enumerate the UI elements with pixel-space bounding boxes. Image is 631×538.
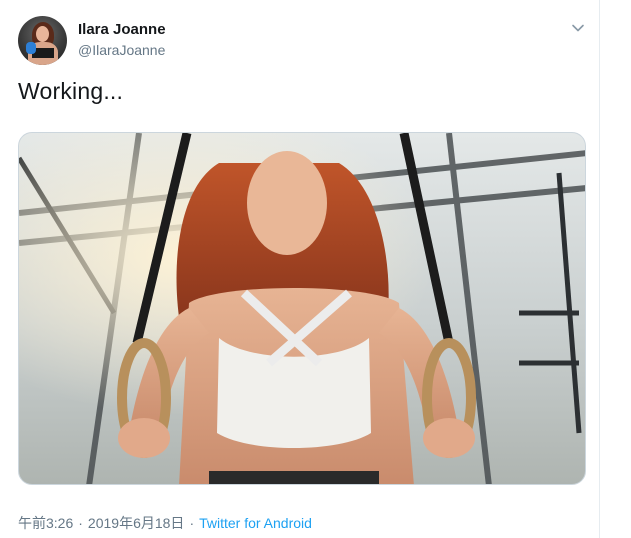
tweet-date[interactable]: 2019年6月18日 [88,515,185,531]
photo-illustration [19,133,585,484]
tweet-meta: 午前3:26 · 2019年6月18日 · Twitter for Android [18,513,312,533]
tweet-card: Ilara Joanne @IlaraJoanne Working... 午前3… [0,0,600,538]
tweet-text: Working... [18,78,124,104]
chevron-down-icon[interactable] [570,20,586,36]
author-name[interactable]: Ilara Joanne [78,21,166,38]
meta-separator: · [78,515,83,531]
avatar-face [36,26,49,42]
author-handle[interactable]: @IlaraJoanne [78,42,165,58]
tweet-source-link[interactable]: Twitter for Android [199,515,312,531]
avatar[interactable] [18,16,67,65]
meta-separator-2: · [189,515,195,531]
tweet-time[interactable]: 午前3:26 [18,515,73,531]
avatar-glove [26,42,36,54]
tweet-photo[interactable] [18,132,586,485]
